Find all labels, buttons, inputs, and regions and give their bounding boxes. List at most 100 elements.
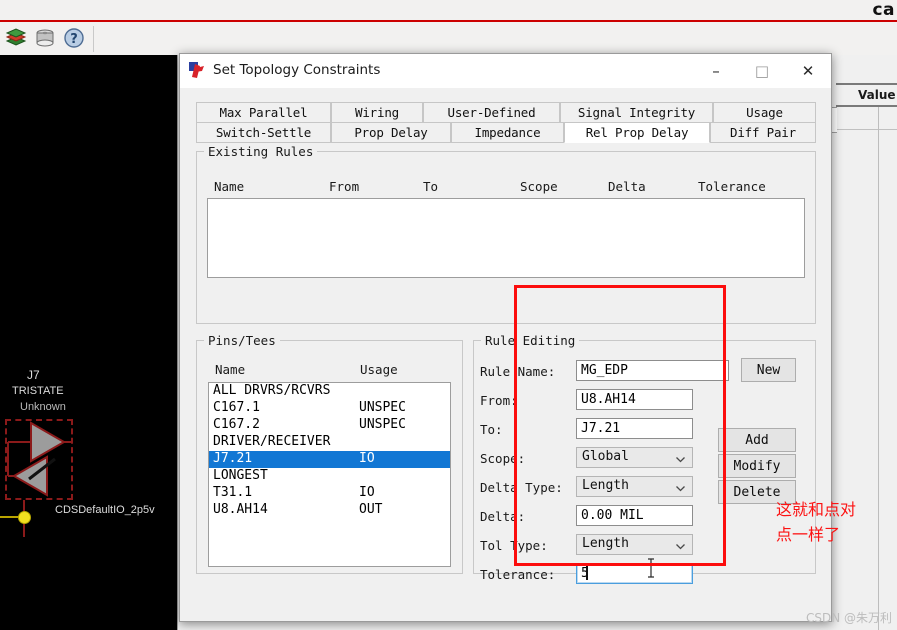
- delta-type-select-value: Length: [582, 478, 629, 493]
- pins-tees-col-usage: Usage: [360, 362, 398, 377]
- mouse-ibeam-cursor: [648, 558, 654, 578]
- label-delta: Delta:: [480, 509, 526, 524]
- maximize-button[interactable]: □: [739, 54, 785, 88]
- layers-icon[interactable]: [4, 27, 28, 51]
- label-tolerance: Tolerance:: [480, 567, 556, 582]
- pins-tees-row-name: U8.AH14: [213, 502, 268, 517]
- tab-switch-settle[interactable]: Switch-Settle: [196, 122, 331, 143]
- existing-rules-col-tolerance: Tolerance: [698, 179, 766, 194]
- pins-tees-row-usage: IO: [359, 451, 375, 466]
- dialog-titlebar[interactable]: Set Topology Constraints – □ ✕: [180, 54, 831, 89]
- tab-usage[interactable]: Usage: [713, 102, 816, 123]
- pins-tees-row-usage: UNSPEC: [359, 400, 406, 415]
- tab-impedance[interactable]: Impedance: [451, 122, 564, 143]
- pins-tees-row-usage: OUT: [359, 502, 383, 517]
- label-delta-type: Delta Type:: [480, 480, 563, 495]
- close-icon: ✕: [801, 62, 815, 80]
- set-topology-constraints-dialog: Set Topology Constraints – □ ✕ Max Paral…: [179, 53, 832, 622]
- minimize-icon: –: [712, 62, 720, 80]
- chevron-down-icon: [675, 481, 686, 492]
- list-item[interactable]: U8.AH14 OUT: [209, 502, 450, 519]
- canvas-model-type-label: TRISTATE: [12, 385, 64, 397]
- tab-wiring[interactable]: Wiring: [331, 102, 423, 123]
- tab-user-defined[interactable]: User-Defined: [423, 102, 560, 123]
- list-item[interactable]: ALL DRVRS/RCVRS: [209, 383, 450, 400]
- tol-type-select[interactable]: Length: [576, 534, 693, 555]
- column-header-value: Value: [858, 88, 896, 102]
- list-item-selected[interactable]: J7.21 IO: [209, 451, 450, 468]
- existing-rules-col-to: To: [423, 179, 439, 194]
- pcb-canvas[interactable]: J7 TRISTATE Unknown CDSDefaultIO_2p5v: [0, 55, 177, 630]
- delta-input[interactable]: 0.00 MIL: [576, 505, 693, 526]
- close-button[interactable]: ✕: [785, 54, 831, 88]
- tab-prop-delay[interactable]: Prop Delay: [331, 122, 451, 143]
- canvas-model-state-label: Unknown: [20, 401, 66, 413]
- canvas-pin-dot: [18, 511, 31, 524]
- pins-tees-row-name: C167.2: [213, 417, 260, 432]
- new-button[interactable]: New: [741, 358, 796, 382]
- tabstrip: Max Parallel Wiring User-Defined Signal …: [196, 102, 816, 143]
- scope-select-value: Global: [582, 449, 629, 464]
- app-toolbar: ?: [0, 22, 897, 56]
- list-item[interactable]: T31.1 IO: [209, 485, 450, 502]
- label-rule-name: Rule Name:: [480, 364, 556, 379]
- tabstrip-row-2: Switch-Settle Prop Delay Impedance Rel P…: [196, 122, 816, 143]
- pins-tees-row-usage: UNSPEC: [359, 417, 406, 432]
- help-question-icon[interactable]: ?: [62, 27, 86, 51]
- existing-rules-col-from: From: [329, 179, 360, 194]
- list-item[interactable]: C167.1 UNSPEC: [209, 400, 450, 417]
- tab-max-parallel[interactable]: Max Parallel: [196, 102, 331, 123]
- scope-select[interactable]: Global: [576, 447, 693, 468]
- pins-tees-row-name: DRIVER/RECEIVER: [213, 434, 331, 449]
- tabstrip-row-1: Max Parallel Wiring User-Defined Signal …: [196, 102, 816, 123]
- from-input[interactable]: U8.AH14: [576, 389, 693, 410]
- label-to: To:: [480, 422, 503, 437]
- canvas-refdes-label: J7: [27, 368, 40, 382]
- pins-tees-row-name: C167.1: [213, 400, 260, 415]
- app-brand-text: ca: [872, 0, 895, 20]
- rule-editing-legend: Rule Editing: [481, 333, 580, 348]
- label-tol-type: Tol Type:: [480, 538, 548, 553]
- minimize-button[interactable]: –: [693, 54, 739, 88]
- label-from: From:: [480, 393, 518, 408]
- property-table: Value: [778, 83, 897, 630]
- chevron-down-icon: [675, 539, 686, 550]
- chevron-down-icon: [675, 452, 686, 463]
- tab-diff-pair[interactable]: Diff Pair: [710, 122, 816, 143]
- pins-tees-col-name: Name: [215, 362, 246, 377]
- tab-rel-prop-delay[interactable]: Rel Prop Delay: [564, 122, 710, 143]
- list-item[interactable]: DRIVER/RECEIVER: [209, 434, 450, 451]
- tab-signal-integrity[interactable]: Signal Integrity: [560, 102, 713, 123]
- tolerance-input[interactable]: 5: [576, 563, 693, 584]
- dialog-title: Set Topology Constraints: [213, 62, 381, 78]
- existing-rules-col-name: Name: [214, 179, 245, 194]
- svg-text:?: ?: [70, 32, 78, 47]
- list-item[interactable]: LONGEST: [209, 468, 450, 485]
- screenshot-root: ca ? J7 TRISTATE Unknown CDSDefaultIO_2p…: [0, 0, 897, 630]
- modify-button[interactable]: Modify: [718, 454, 796, 478]
- to-input[interactable]: J7.21: [576, 418, 693, 439]
- list-item[interactable]: C167.2 UNSPEC: [209, 417, 450, 434]
- existing-rules-col-scope: Scope: [520, 179, 558, 194]
- dialog-body: Max Parallel Wiring User-Defined Signal …: [180, 88, 831, 621]
- existing-rules-legend: Existing Rules: [204, 144, 318, 159]
- text-caret: [586, 566, 588, 580]
- property-column-divider: [878, 107, 879, 630]
- property-table-header: Value: [836, 83, 897, 107]
- pins-tees-row-name: T31.1: [213, 485, 253, 500]
- label-scope: Scope:: [480, 451, 526, 466]
- tol-type-select-value: Length: [582, 536, 629, 551]
- existing-rules-col-delta: Delta: [608, 179, 646, 194]
- watermark: CSDN @朱万利: [805, 611, 892, 625]
- add-button[interactable]: Add: [718, 428, 796, 452]
- property-row-divider: [836, 129, 897, 130]
- spool-icon[interactable]: [33, 27, 57, 51]
- existing-rules-list[interactable]: [207, 198, 805, 278]
- rule-name-input[interactable]: MG_EDP: [576, 360, 729, 381]
- canvas-iocell-label: CDSDefaultIO_2p5v: [55, 504, 155, 516]
- pins-tees-row-usage: IO: [359, 485, 375, 500]
- delete-button[interactable]: Delete: [718, 480, 796, 504]
- delta-type-select[interactable]: Length: [576, 476, 693, 497]
- pins-tees-list[interactable]: ALL DRVRS/RCVRS C167.1 UNSPEC C167.2 UNS…: [208, 382, 451, 567]
- allegro-app-icon: [189, 62, 207, 80]
